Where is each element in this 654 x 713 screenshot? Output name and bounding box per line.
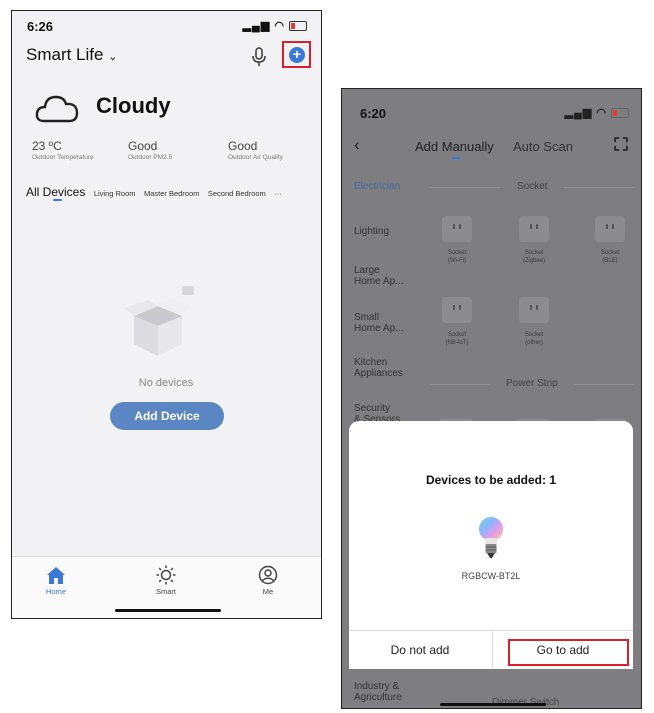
status-time: 6:20 bbox=[360, 106, 387, 121]
stat-label: Outdoor Temperature bbox=[32, 154, 94, 161]
tab-indicator bbox=[452, 157, 460, 159]
empty-box-icon bbox=[118, 284, 198, 364]
socket-icon[interactable] bbox=[442, 297, 472, 323]
home-indicator bbox=[115, 609, 221, 612]
socket-label: Socket (Wi-Fi) bbox=[447, 250, 467, 264]
socket-label: Socket (NB-IoT) bbox=[445, 332, 469, 346]
category-lighting[interactable]: Lighting bbox=[354, 226, 389, 237]
stat-label: Outdoor Air Quality bbox=[228, 154, 283, 161]
add-button-highlight: + bbox=[282, 41, 311, 68]
stat-pm25: Good Outdoor PM2.5 bbox=[128, 139, 172, 161]
divider bbox=[564, 187, 634, 188]
stat-value: Good bbox=[228, 139, 258, 153]
status-time: 6:26 bbox=[27, 19, 54, 34]
rgb-bulb-icon bbox=[476, 516, 506, 562]
user-profile-icon bbox=[258, 565, 278, 585]
tabbar-smart[interactable]: Smart bbox=[136, 565, 196, 596]
do-not-add-button[interactable]: Do not add bbox=[349, 631, 491, 669]
stat-temperature: 23 ºC Outdoor Temperature bbox=[32, 139, 94, 161]
divider bbox=[574, 384, 634, 385]
home-screen: 6:26 ▂▄▆ ◠ Smart Life ⌄ + Cloudy 23 ºC O… bbox=[11, 10, 322, 619]
devices-found-dialog: Devices to be added: 1 RGBCW-BT2L Do not… bbox=[349, 421, 633, 669]
category-large-home-appliances[interactable]: Large Home Ap... bbox=[354, 265, 403, 287]
tabbar-label: Me bbox=[262, 587, 274, 596]
home-indicator bbox=[440, 703, 546, 706]
weather-condition: Cloudy bbox=[96, 93, 171, 118]
divider bbox=[430, 384, 490, 385]
category-kitchen-appliances[interactable]: Kitchen Appliances bbox=[354, 357, 403, 379]
socket-label: Socket (Zigbee) bbox=[522, 250, 546, 264]
stat-value: 23 ºC bbox=[32, 139, 62, 153]
more-tabs-icon[interactable]: ··· bbox=[274, 189, 282, 198]
tab-living-room[interactable]: Living Room bbox=[94, 189, 136, 198]
stat-air-quality: Good Outdoor Air Quality bbox=[228, 139, 283, 161]
socket-icon[interactable] bbox=[519, 297, 549, 323]
back-chevron-icon[interactable]: ‹ bbox=[354, 135, 360, 155]
stat-value: Good bbox=[128, 139, 158, 153]
no-devices-text: No devices bbox=[138, 377, 194, 389]
room-tabs: All Devices Living Room Master Bedroom S… bbox=[26, 183, 282, 201]
signal-wifi-battery-icons: ▂▄▆ ◠ bbox=[243, 19, 307, 32]
signal-wifi-battery-icons: ▂▄▆ ◠ bbox=[565, 106, 629, 119]
tab-master-bedroom[interactable]: Master Bedroom bbox=[144, 189, 199, 198]
tabbar-home[interactable]: Home bbox=[26, 565, 86, 596]
tabbar-me[interactable]: Me bbox=[238, 565, 298, 596]
add-device-nav: ‹ Add Manually Auto Scan bbox=[342, 133, 641, 163]
tab-all-devices[interactable]: All Devices bbox=[26, 185, 85, 199]
tab-second-bedroom[interactable]: Second Bedroom bbox=[208, 189, 266, 198]
category-industry-agriculture[interactable]: Industry & Agriculture bbox=[354, 681, 402, 703]
go-to-add-button[interactable]: Go to add bbox=[492, 631, 634, 669]
status-bar: 6:26 ▂▄▆ ◠ bbox=[12, 11, 321, 39]
battery-icon bbox=[611, 108, 629, 119]
divider bbox=[430, 187, 500, 188]
socket-icon[interactable] bbox=[442, 216, 472, 242]
stat-label: Outdoor PM2.5 bbox=[128, 154, 173, 161]
socket-label: Socket (other) bbox=[524, 332, 544, 346]
tab-auto-scan[interactable]: Auto Scan bbox=[513, 139, 573, 154]
sun-icon bbox=[156, 565, 176, 585]
section-power-strip-title: Power Strip bbox=[506, 378, 558, 389]
category-small-home-appliances[interactable]: Small Home Ap... bbox=[354, 312, 403, 334]
tabbar-label: Smart bbox=[155, 587, 176, 596]
add-plus-icon[interactable]: + bbox=[289, 47, 305, 63]
socket-icon[interactable] bbox=[595, 216, 625, 242]
add-device-button[interactable]: Add Device bbox=[110, 402, 224, 430]
socket-label: Socket (BLE) bbox=[600, 250, 620, 264]
socket-icon[interactable] bbox=[519, 216, 549, 242]
battery-icon bbox=[289, 21, 307, 32]
cloud-icon bbox=[34, 91, 80, 127]
section-socket-title: Socket bbox=[517, 181, 548, 192]
tab-indicator bbox=[53, 199, 62, 201]
microphone-icon[interactable] bbox=[251, 47, 267, 67]
home-title: Smart Life bbox=[26, 45, 104, 64]
dialog-title: Devices to be added: 1 bbox=[425, 473, 557, 487]
add-device-screen: 6:20 ▂▄▆ ◠ ‹ Add Manually Auto Scan Elec… bbox=[341, 88, 642, 709]
chevron-down-icon: ⌄ bbox=[108, 51, 118, 63]
home-selector[interactable]: Smart Life ⌄ bbox=[26, 45, 117, 65]
scan-qr-icon[interactable] bbox=[614, 137, 628, 151]
status-bar: 6:20 ▂▄▆ ◠ bbox=[342, 89, 641, 121]
tab-add-manually[interactable]: Add Manually bbox=[415, 139, 494, 154]
tabbar-label: Home bbox=[45, 587, 66, 596]
category-electrician[interactable]: Electrician bbox=[354, 181, 400, 192]
home-icon bbox=[47, 567, 65, 584]
device-name: RGBCW-BT2L bbox=[461, 571, 521, 581]
